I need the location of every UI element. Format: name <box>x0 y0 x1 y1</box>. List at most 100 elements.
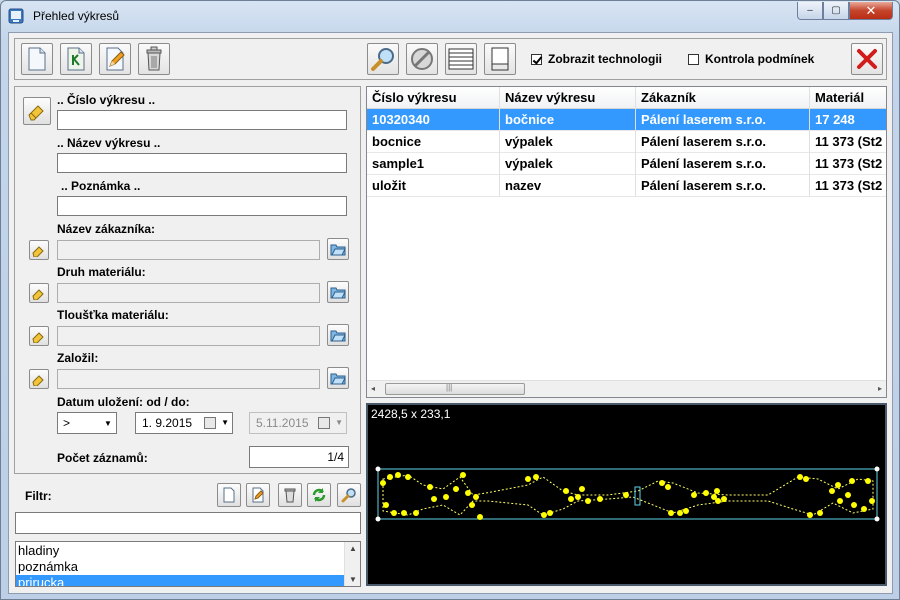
show-technology-label: Zobrazit technologii <box>548 52 662 66</box>
list-view-button[interactable] <box>445 43 477 75</box>
title-bar[interactable]: Přehled výkresů ‒ ▢ ✕ <box>1 1 899 31</box>
maximize-button[interactable]: ▢ <box>823 2 849 20</box>
scroll-thumb[interactable]: ||| <box>385 383 525 395</box>
table-row[interactable]: bocnice výpalek Pálení laserem s.r.o. 11… <box>367 131 886 153</box>
eraser-icon <box>28 105 44 121</box>
cell-material: 11 373 (St2 <box>810 131 886 153</box>
close-window-button[interactable]: ✕ <box>849 2 893 20</box>
scroll-down-icon[interactable]: ▼ <box>349 575 357 584</box>
material-clear-button[interactable] <box>29 283 49 303</box>
list-item[interactable]: hladiny <box>16 543 345 559</box>
cell-drawing-number: bocnice <box>367 131 500 153</box>
created-by-clear-button[interactable] <box>29 369 49 389</box>
date-from-picker[interactable]: 1. 9.2015 ▼ <box>135 412 233 434</box>
checkbox-show-technology-box[interactable] <box>531 53 542 65</box>
app-icon <box>8 8 24 24</box>
filtr-search-button[interactable] <box>337 483 361 507</box>
drawing-preview[interactable]: 2428,5 x 233,1 <box>366 403 887 586</box>
thickness-input[interactable] <box>57 326 320 346</box>
thickness-clear-button[interactable] <box>29 326 49 346</box>
filtr-edit-button[interactable] <box>246 483 270 507</box>
eraser-icon <box>32 289 44 300</box>
part-outline-graphic <box>375 466 880 522</box>
checkbox-check-conditions-box[interactable] <box>688 53 699 65</box>
drawings-table: Číslo výkresu Název výkresu Zákazník Mat… <box>366 86 887 398</box>
cell-drawing-name: bočnice <box>500 109 636 131</box>
k-document-icon <box>67 47 85 71</box>
delete-button[interactable] <box>138 43 170 75</box>
list-item[interactable]: poznámka <box>16 559 345 575</box>
filtr-listbox[interactable]: hladiny poznámka prirucka ▲ ▼ <box>15 541 361 587</box>
list-icon <box>448 48 474 70</box>
edit-pencil-icon <box>106 47 125 71</box>
material-label: Druh materiálu: <box>57 265 146 279</box>
date-label: Datum uložení: od / do: <box>57 395 190 409</box>
close-x-icon <box>857 49 877 69</box>
table-horizontal-scrollbar[interactable]: ◂ ||| ▸ <box>367 380 886 397</box>
customer-input[interactable] <box>57 240 320 260</box>
new-drawing-button[interactable] <box>21 43 53 75</box>
edit-button[interactable] <box>99 43 131 75</box>
date-from-value: 1. 9.2015 <box>142 416 193 430</box>
new-document-icon <box>28 47 46 71</box>
material-browse-button[interactable] <box>327 281 349 303</box>
window-controls: ‒ ▢ ✕ <box>797 2 893 20</box>
table-row[interactable]: uložit nazev Pálení laserem s.r.o. 11 37… <box>367 175 886 197</box>
maximize-icon: ▢ <box>831 5 841 16</box>
customer-clear-button[interactable] <box>29 240 49 260</box>
check-conditions-checkbox[interactable]: Kontrola podmínek <box>688 52 814 66</box>
show-technology-checkbox[interactable]: Zobrazit technologii <box>531 52 662 66</box>
close-form-button[interactable] <box>851 43 883 75</box>
search-icon <box>371 48 394 71</box>
dropdown-arrow-icon[interactable]: ▼ <box>221 418 229 427</box>
drawing-name-input[interactable] <box>57 153 347 173</box>
table-header: Číslo výkresu Název výkresu Zákazník Mat… <box>367 87 886 109</box>
created-by-browse-button[interactable] <box>327 367 349 389</box>
table-row[interactable]: sample1 výpalek Pálení laserem s.r.o. 11… <box>367 153 886 175</box>
calendar-icon[interactable] <box>204 417 216 429</box>
date-operator-select[interactable]: > ▼ <box>57 412 117 434</box>
thickness-label: Tloušťka materiálu: <box>57 308 169 322</box>
single-page-button[interactable] <box>484 43 516 75</box>
check-conditions-label: Kontrola podmínek <box>705 52 815 66</box>
clear-all-button[interactable] <box>23 97 51 125</box>
search-button[interactable] <box>367 43 399 75</box>
note-input[interactable] <box>57 196 347 216</box>
thickness-browse-button[interactable] <box>327 324 349 346</box>
scroll-up-icon[interactable]: ▲ <box>349 544 357 553</box>
filtr-new-button[interactable] <box>217 483 241 507</box>
cancel-button[interactable] <box>406 43 438 75</box>
eraser-icon <box>32 375 44 386</box>
cell-material: 11 373 (St2 <box>810 153 886 175</box>
customer-browse-button[interactable] <box>327 238 349 260</box>
created-by-input[interactable] <box>57 369 320 389</box>
column-header-drawing-number[interactable]: Číslo výkresu <box>367 87 500 109</box>
main-window: Přehled výkresů ‒ ▢ ✕ Zobrazit technolog… <box>0 0 900 600</box>
customer-label: Název zákazníka: <box>57 222 156 236</box>
column-header-material[interactable]: Materiál <box>810 87 886 109</box>
filtr-refresh-button[interactable] <box>307 483 331 507</box>
minimize-button[interactable]: ‒ <box>797 2 823 20</box>
drawing-number-label: .. Číslo výkresu .. <box>57 93 156 107</box>
filtr-delete-button[interactable] <box>278 483 302 507</box>
dropdown-arrow-icon[interactable]: ▼ <box>100 413 116 433</box>
record-count-value: 1/4 <box>249 446 349 468</box>
list-item[interactable]: prirucka <box>16 575 345 586</box>
table-row[interactable]: 10320340 bočnice Pálení laserem s.r.o. 1… <box>367 109 886 131</box>
cell-material: 11 373 (St2 <box>810 175 886 197</box>
drawing-name-label: .. Název výkresu .. <box>57 136 161 150</box>
k-document-button[interactable] <box>60 43 92 75</box>
material-input[interactable] <box>57 283 320 303</box>
cell-drawing-name: výpalek <box>500 131 636 153</box>
date-to-picker[interactable]: 5.11.2015 ▼ <box>249 412 347 434</box>
scroll-left-icon[interactable]: ◂ <box>371 384 375 393</box>
column-header-customer[interactable]: Zákazník <box>636 87 810 109</box>
drawing-number-input[interactable] <box>57 110 347 130</box>
column-header-drawing-name[interactable]: Název výkresu <box>500 87 636 109</box>
scroll-right-icon[interactable]: ▸ <box>878 384 882 393</box>
filter-panel: .. Číslo výkresu .. .. Název výkresu .. … <box>14 86 361 474</box>
listbox-vertical-scrollbar[interactable]: ▲ ▼ <box>344 542 360 586</box>
eraser-icon <box>32 246 44 257</box>
filtr-input[interactable] <box>15 512 361 534</box>
cell-customer: Pálení laserem s.r.o. <box>636 109 810 131</box>
